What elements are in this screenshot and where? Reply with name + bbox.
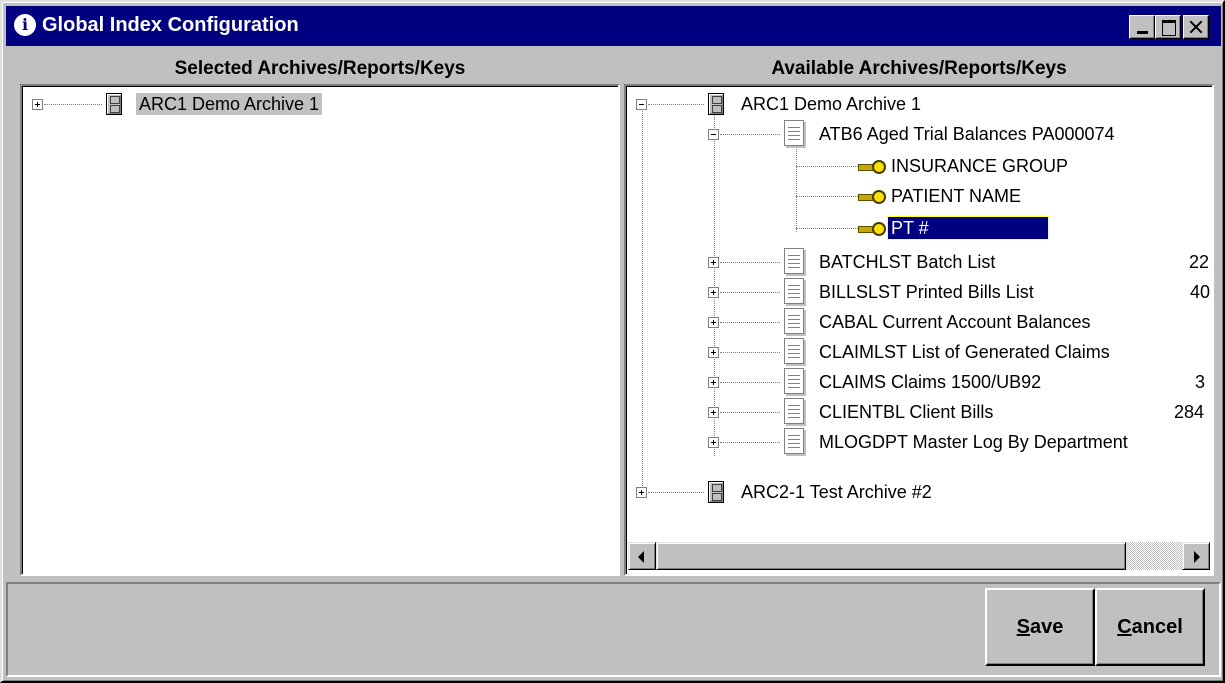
tree-node-label[interactable]: CABAL Current Account Balances [816,311,1093,333]
info-icon: i [14,14,36,36]
tree-node-label[interactable]: CLAIMS Claims 1500/UB92 [816,371,1044,393]
save-label: ave [1029,616,1064,638]
available-tree[interactable]: ARC1 Demo Archive 1 ATB6 Aged Trial Bala… [624,84,1214,576]
available-pane-header: Available Archives/Reports/Keys [771,58,1067,79]
tree-node-label[interactable]: ARC2-1 Test Archive #2 [738,481,935,503]
tree-node-selected-arc1[interactable]: ARC1 Demo Archive 1 [22,90,618,118]
selected-tree[interactable]: ARC1 Demo Archive 1 [20,84,620,576]
tree-node-report-mlogdpt[interactable]: MLOGDPT Master Log By Department [626,428,1212,456]
tree-node-label[interactable]: PT # [887,216,1049,240]
tree-node-label[interactable]: BILLSLST Printed Bills List [816,281,1037,303]
expand-plus-icon[interactable] [708,347,719,358]
tree-node-report-atb6[interactable]: ATB6 Aged Trial Balances PA000074 [626,120,1212,148]
report-count: 3 [1195,372,1206,392]
tree-node-report-claimlst[interactable]: CLAIMLST List of Generated Claims [626,338,1212,366]
report-document-icon [784,428,804,454]
tree-node-label[interactable]: MLOGDPT Master Log By Department [816,431,1131,453]
archive-cabinet-icon [708,93,724,115]
save-mnemonic: S [1016,616,1030,638]
expand-plus-icon[interactable] [636,487,647,498]
expand-plus-icon[interactable] [708,317,719,328]
key-icon [858,160,886,174]
report-count: 284 [1174,402,1205,422]
save-button[interactable]: Save [985,588,1095,666]
tree-node-label[interactable]: CLIENTBL Client Bills [816,401,996,423]
tree-node-label[interactable]: ATB6 Aged Trial Balances PA000074 [816,123,1118,145]
report-document-icon [784,398,804,424]
minimize-button[interactable] [1129,15,1155,39]
tree-node-report-billslst[interactable]: BILLSLST Printed Bills List 40 [626,278,1212,306]
global-index-configuration-window: i Global Index Configuration Selected Ar… [0,0,1225,683]
close-button[interactable] [1183,15,1209,39]
tree-node-label[interactable]: INSURANCE GROUP [888,155,1071,177]
collapse-minus-icon[interactable] [708,129,719,140]
tree-node-report-clientbl[interactable]: CLIENTBL Client Bills 284 [626,398,1212,426]
collapse-minus-icon[interactable] [636,99,647,110]
tree-node-label[interactable]: ARC1 Demo Archive 1 [136,93,323,115]
report-document-icon [784,368,804,394]
tree-node-report-cabal[interactable]: CABAL Current Account Balances [626,308,1212,336]
report-count: 40 [1190,282,1211,302]
expand-plus-icon[interactable] [708,407,719,418]
tree-node-arc1[interactable]: ARC1 Demo Archive 1 [626,90,1212,118]
cancel-label: ancel [1131,616,1183,638]
tree-node-label[interactable]: CLAIMLST List of Generated Claims [816,341,1113,363]
horizontal-scrollbar[interactable] [628,542,1210,570]
report-document-icon [784,308,804,334]
expand-plus-icon[interactable] [708,377,719,388]
cancel-button[interactable]: Cancel [1095,588,1205,666]
tree-node-key-patient-name[interactable]: PATIENT NAME [626,182,1212,210]
tree-node-report-claims[interactable]: CLAIMS Claims 1500/UB92 3 [626,368,1212,396]
tree-node-label[interactable]: PATIENT NAME [888,185,1024,207]
scroll-right-button[interactable] [1182,542,1210,570]
window-title: Global Index Configuration [42,14,299,36]
expand-plus-icon[interactable] [708,257,719,268]
report-document-icon [784,278,804,304]
expand-plus-icon[interactable] [708,287,719,298]
report-document-icon [784,338,804,364]
selected-pane-header: Selected Archives/Reports/Keys [174,58,466,79]
expand-plus-icon[interactable] [708,437,719,448]
archive-cabinet-icon [106,93,122,115]
expand-plus-icon[interactable] [32,99,43,110]
title-bar[interactable]: i Global Index Configuration [6,6,1221,46]
scroll-left-button[interactable] [628,542,656,570]
key-icon [858,222,886,236]
tree-node-label[interactable]: BATCHLST Batch List [816,251,998,273]
tree-node-label[interactable]: ARC1 Demo Archive 1 [738,93,924,115]
scrollbar-thumb[interactable] [656,542,1126,570]
tree-node-arc2-1[interactable]: ARC2-1 Test Archive #2 [626,478,1212,506]
tree-node-report-batchlst[interactable]: BATCHLST Batch List 22 [626,248,1212,276]
archive-cabinet-icon [708,481,724,503]
key-icon [858,190,886,204]
tree-node-key-insurance-group[interactable]: INSURANCE GROUP [626,152,1212,180]
tree-node-key-pt-number[interactable]: PT # [626,214,1212,242]
report-count: 22 [1189,252,1210,272]
report-document-icon [784,248,804,274]
report-document-icon [784,120,804,146]
cancel-mnemonic: C [1117,616,1132,638]
maximize-button[interactable] [1155,15,1181,39]
